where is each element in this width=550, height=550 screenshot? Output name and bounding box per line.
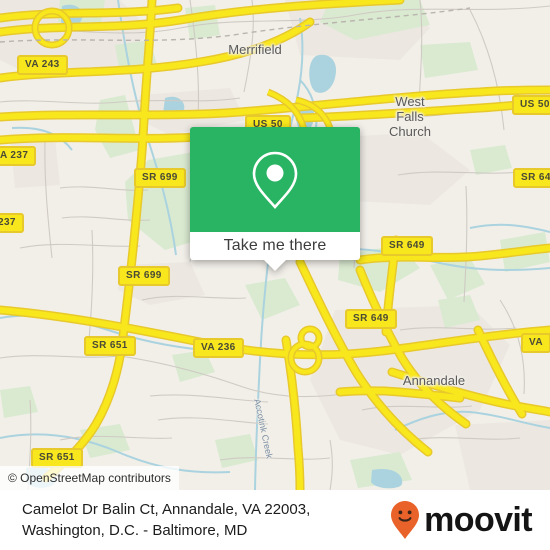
place-line: Falls <box>396 109 424 124</box>
place-line: Church <box>389 124 431 139</box>
take-me-there-label: Take me there <box>223 237 327 254</box>
place-line: Merrifield <box>228 42 282 57</box>
place-line: Annandale <box>402 373 466 388</box>
place-line: West <box>395 94 425 109</box>
road-shield: VA 236 <box>193 338 244 358</box>
road-shield: VA 243 <box>17 55 68 75</box>
road-shield: SR 699 <box>118 266 170 286</box>
address-line-2: Washington, D.C. - Baltimore, MD <box>22 522 248 539</box>
callout-pointer-tail <box>264 260 286 271</box>
take-me-there-button[interactable]: Take me there <box>190 232 360 260</box>
road-shield: 237 <box>0 213 24 233</box>
moovit-smiley-pin-icon <box>391 501 420 539</box>
road-shield: VA <box>521 333 550 353</box>
place-label-annandale: Annandale <box>389 374 479 388</box>
callout-header <box>190 127 360 232</box>
place-label-merrifield: Merrifield <box>210 43 300 57</box>
moovit-wordmark: moovit <box>424 501 532 539</box>
osm-attribution-label: © OpenStreetMap contributors <box>8 471 171 485</box>
footer-bar: Camelot Dr Balin Ct, Annandale, VA 22003… <box>0 490 550 550</box>
map-pin-icon <box>252 151 298 209</box>
road-shield: SR 649 <box>513 168 550 188</box>
road-shield: SR 649 <box>381 236 433 256</box>
moovit-logo[interactable]: moovit <box>390 500 536 540</box>
screenshot-root: Merrifield West Falls Church Annandale A… <box>0 0 550 550</box>
place-label-west-falls-church: West Falls Church <box>370 94 450 139</box>
map-canvas[interactable]: Merrifield West Falls Church Annandale A… <box>0 0 550 490</box>
road-shield: US 50 <box>512 95 550 115</box>
osm-attribution[interactable]: © OpenStreetMap contributors <box>0 466 179 490</box>
address-block: Camelot Dr Balin Ct, Annandale, VA 22003… <box>22 499 390 541</box>
road-shield: SR 699 <box>134 168 186 188</box>
address-line-1: Camelot Dr Balin Ct, Annandale, VA 22003… <box>22 501 311 518</box>
road-shield: SR 649 <box>345 309 397 329</box>
road-shield: SR 651 <box>31 448 83 468</box>
road-shield: A 237 <box>0 146 37 166</box>
road-shield: SR 651 <box>84 336 136 356</box>
location-callout-card[interactable]: Take me there <box>190 127 360 271</box>
